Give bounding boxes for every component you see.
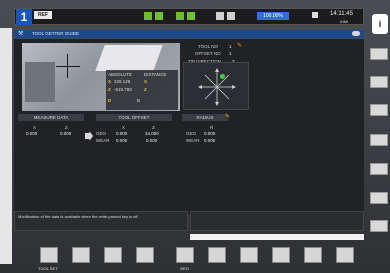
offset-x-geo[interactable]: 0.000 <box>116 131 127 136</box>
radius-wear-value[interactable]: 0.000 <box>204 138 215 143</box>
brand-label: iHMI <box>340 19 349 24</box>
axis-icon <box>176 12 184 20</box>
message-text: Modification of the data is available wh… <box>18 214 139 219</box>
holder-shape <box>25 62 55 102</box>
tool-no-label: TOOL NO <box>198 44 219 49</box>
offset-no-value[interactable]: 1 <box>229 51 232 56</box>
bottom-softkey-2[interactable] <box>72 247 90 263</box>
measure-x-label: X <box>33 125 37 130</box>
offset-z-label: Z <box>152 125 155 130</box>
tool-icon: ⚒ <box>18 31 24 37</box>
toggle-switch[interactable] <box>352 31 360 36</box>
block-icon <box>187 12 195 20</box>
axis-z-absolute: -619.780 <box>114 87 132 92</box>
bottom-softkey-9[interactable] <box>304 247 322 263</box>
lamp-icon <box>227 12 235 20</box>
help-icon[interactable]: i <box>372 14 388 34</box>
offset-no-label: OFFSET NO <box>195 51 221 56</box>
right-softkey-2[interactable] <box>370 76 388 88</box>
axis-z-distance: Z <box>144 87 147 92</box>
feed-override-badge: 100.00% <box>257 12 289 20</box>
offset-x-wear[interactable]: 0.000 <box>116 138 127 143</box>
radius-header: RADIUS <box>182 114 228 121</box>
offset-z-geo[interactable]: 34.000 <box>145 131 159 136</box>
extra-label-right: B <box>137 98 141 103</box>
right-softkey-5[interactable] <box>370 163 388 175</box>
clock: 14:11:45 <box>330 11 353 17</box>
offset-wear-label: WEAR <box>96 138 110 143</box>
measure-x-value: 0.000 <box>26 131 38 136</box>
bottom-softkey-4[interactable] <box>136 247 154 263</box>
direction-arrows-icon <box>198 68 236 106</box>
bottom-softkey-10[interactable] <box>336 247 354 263</box>
right-softkey-6[interactable] <box>370 192 388 204</box>
bottom-softkey-5-label: GEO <box>180 266 189 271</box>
left-bezel <box>0 28 12 264</box>
bottom-softkey-7[interactable] <box>240 247 258 263</box>
spindle-icon <box>144 12 152 20</box>
axis-x-distance: X <box>144 79 148 84</box>
extra-label-left: D <box>108 98 112 103</box>
bottom-softkey-1-label: TOOL SET <box>38 266 58 271</box>
mode-badge: REF <box>34 11 52 19</box>
right-softkey-3[interactable] <box>370 104 388 116</box>
tool-no-value[interactable]: 1 <box>229 44 232 49</box>
tip-direction-diagram[interactable] <box>183 62 249 110</box>
tool-shape <box>95 45 163 71</box>
radius-geo-label: GEO <box>186 131 197 136</box>
axis-x-label: X <box>108 79 112 84</box>
crosshair-horizontal <box>56 66 80 67</box>
right-softkey-1[interactable] <box>370 48 388 60</box>
offset-x-label: X <box>122 125 126 130</box>
axis-x-absolute: 226.128 <box>114 79 131 84</box>
door-icon <box>216 12 224 20</box>
right-softkey-4[interactable] <box>370 134 388 146</box>
measure-data-header: MEASURE DATA <box>18 114 84 121</box>
absolute-label: ABSOLUTE <box>108 72 133 77</box>
axis-z-label: Z <box>108 87 111 92</box>
channel-indicator: 1 <box>16 9 32 25</box>
measure-z-label: Z <box>65 125 68 130</box>
bottom-softkey-8[interactable] <box>272 247 290 263</box>
distance-label: DISTANCE <box>144 72 167 77</box>
right-softkey-7[interactable] <box>370 220 388 232</box>
radius-wear-label: WEAR <box>186 138 200 143</box>
edit-pencil-icon[interactable]: ✎ <box>237 42 242 49</box>
bottom-softkey-6[interactable] <box>208 247 226 263</box>
radius-r-label: R <box>210 125 214 130</box>
radius-geo-value[interactable]: 0.000 <box>204 131 215 136</box>
bottom-softkey-5[interactable] <box>176 247 194 263</box>
guide-title: TOOL GETTER GUIDE <box>32 31 80 36</box>
crosshair-vertical <box>67 54 68 78</box>
selected-direction-indicator <box>220 74 225 79</box>
edit-radius-icon[interactable]: ✎ <box>225 113 230 120</box>
offset-z-wear[interactable]: 0.000 <box>146 138 157 143</box>
offset-geo-label: GEO <box>96 131 107 136</box>
bottom-softkey-3[interactable] <box>104 247 122 263</box>
tool-offset-header: TOOL OFFSET <box>96 114 172 121</box>
coolant-icon <box>155 12 163 20</box>
alarm-icon <box>312 12 318 18</box>
input-line[interactable] <box>190 234 364 240</box>
bottom-softkey-1[interactable] <box>40 247 58 263</box>
measure-z-value: 0.000 <box>60 131 72 136</box>
input-box[interactable] <box>190 211 364 231</box>
